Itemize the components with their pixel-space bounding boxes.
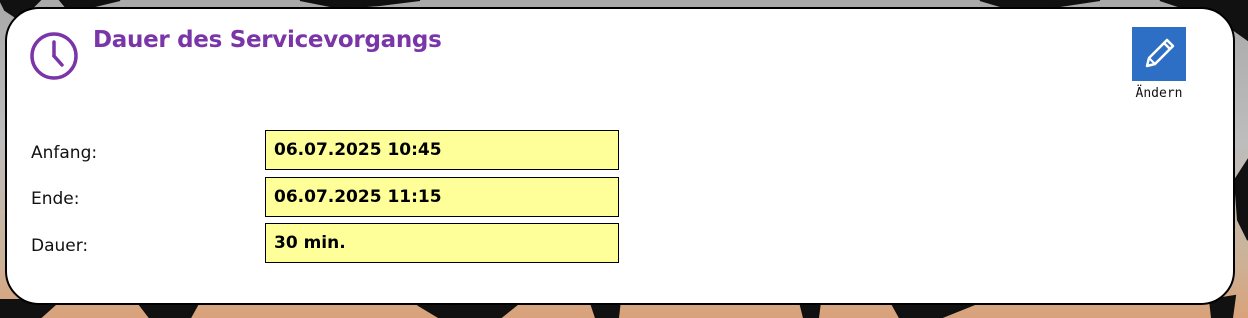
start-value-field: 06.07.2025 10:45 <box>265 130 619 170</box>
start-label: Anfang: <box>31 143 98 163</box>
pencil-icon <box>1145 38 1175 68</box>
clock-icon <box>30 32 78 80</box>
end-value-field: 06.07.2025 11:15 <box>265 177 619 217</box>
edit-button-label[interactable]: Ändern <box>1131 86 1187 101</box>
card-title: Dauer des Servicevorgangs <box>93 27 442 53</box>
end-label: Ende: <box>31 189 80 209</box>
edit-button-icon-box[interactable] <box>1132 27 1186 81</box>
edit-button[interactable]: Ändern <box>1131 27 1187 103</box>
duration-value-field: 30 min. <box>265 223 619 263</box>
duration-label: Dauer: <box>31 236 89 256</box>
service-duration-card: Dauer des Servicevorgangs Ändern Anfang:… <box>5 7 1235 305</box>
